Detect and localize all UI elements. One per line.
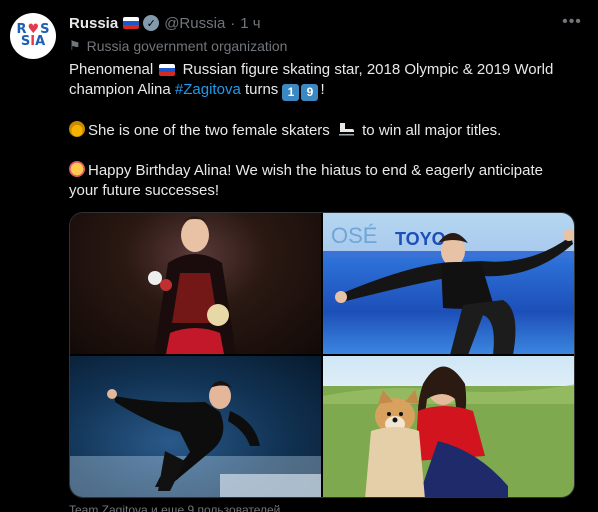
tweet-paragraph-1: Phenomenal Russian figure skating star, … xyxy=(69,61,554,101)
display-name[interactable]: Russia xyxy=(69,15,118,32)
ice-skate-icon xyxy=(338,122,354,135)
svg-text:TOYO: TOYO xyxy=(395,229,446,249)
affiliation-text: Russia government organization xyxy=(86,38,288,54)
avatar-logo-bottom: SIA xyxy=(20,34,46,49)
photo-3[interactable] xyxy=(70,356,321,497)
svg-text:OSÉ: OSÉ xyxy=(331,223,377,248)
avatar[interactable]: R ♥ S SIA xyxy=(10,13,56,59)
user-handle[interactable]: @Russia xyxy=(164,15,225,32)
hashtag-link[interactable]: #Zagitova xyxy=(175,81,241,98)
party-face-icon xyxy=(69,160,85,177)
verified-badge-icon: ✓ xyxy=(143,15,160,31)
tagged-users[interactable]: Team Zagitova и еще 9 пользователей xyxy=(69,503,280,512)
media-grid: OSÉ TOYO xyxy=(69,212,575,498)
russia-flag-icon xyxy=(123,17,140,29)
photo-4[interactable] xyxy=(323,356,574,497)
tweet-header: Russia ✓ @Russia · 1 ч xyxy=(69,12,261,34)
tweet-paragraph-3: Happy Birthday Alina! We wish the hiatus… xyxy=(69,160,543,199)
separator-dot: · xyxy=(230,14,236,32)
russia-flag-icon xyxy=(159,64,176,77)
medal-icon xyxy=(69,120,85,137)
tweet-text: Phenomenal Russian figure skating star, … xyxy=(69,60,569,201)
photo-1[interactable] xyxy=(70,213,321,354)
tweet-paragraph-2: She is one of the two female skaters to … xyxy=(69,120,569,141)
affiliation-label[interactable]: ⚑ Russia government organization xyxy=(69,38,287,54)
photo-2[interactable]: OSÉ TOYO xyxy=(323,213,574,354)
more-icon[interactable]: ••• xyxy=(560,10,584,34)
flag-pennant-icon: ⚑ xyxy=(69,38,81,53)
keycap-9-icon: 9 xyxy=(301,83,319,101)
timestamp[interactable]: 1 ч xyxy=(240,15,260,32)
keycap-1-icon: 1 xyxy=(282,83,300,101)
